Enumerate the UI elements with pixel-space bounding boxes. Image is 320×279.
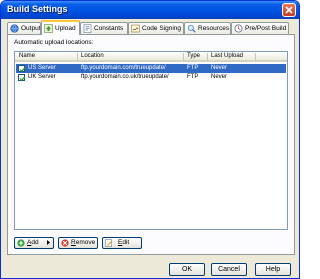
tab-strip: Output Upload Constants Code Signing Res… <box>7 20 295 35</box>
edit-button[interactable]: Edit <box>102 237 142 249</box>
cell-type: FTP <box>187 74 199 80</box>
upload-locations-list[interactable]: Name Location Type Last Upload US Server… <box>14 51 288 230</box>
row-checkbox[interactable] <box>18 65 26 73</box>
window-title: Build Settings <box>7 4 68 14</box>
pre-post-build-icon <box>234 24 243 33</box>
output-icon <box>10 24 19 33</box>
ok-button[interactable]: OK <box>169 263 205 276</box>
tab-upload[interactable]: Upload <box>41 20 80 35</box>
add-icon <box>17 239 25 247</box>
dropdown-arrow-icon <box>46 239 51 250</box>
tab-label: Pre/Post Build <box>245 25 287 32</box>
upload-locations-label: Automatic upload locations: <box>14 39 94 46</box>
row-checkbox[interactable] <box>18 74 26 82</box>
remove-button-label: Remove <box>71 239 96 246</box>
column-header-name[interactable]: Name <box>19 53 35 59</box>
remove-button[interactable]: Remove <box>58 237 98 249</box>
table-row[interactable]: UK Server ftp.yourdomain.co.uk/trueupdat… <box>16 73 286 82</box>
code-signing-icon <box>131 24 140 33</box>
list-header: Name Location Type Last Upload <box>15 52 287 62</box>
cell-location: ftp.yourdomain.co.uk/trueupdate/ <box>81 74 169 80</box>
cell-name: US Server <box>28 65 56 71</box>
tab-label: Resources <box>198 25 230 32</box>
cell-last-upload: Never <box>211 65 228 71</box>
constants-icon <box>83 24 92 33</box>
column-divider[interactable] <box>183 53 184 60</box>
tab-label: Code Signing <box>142 25 182 32</box>
tab-code-signing[interactable]: Code Signing <box>128 22 184 34</box>
column-divider[interactable] <box>207 53 208 60</box>
edit-icon <box>105 239 113 247</box>
title-bar[interactable]: Build Settings <box>1 1 299 19</box>
table-row[interactable]: US Server ftp.yourdomain.com/trueupdate/… <box>16 64 286 73</box>
upload-panel: Automatic upload locations: Name Locatio… <box>7 34 295 255</box>
add-button[interactable]: Add <box>14 237 54 249</box>
cancel-button[interactable]: Cancel <box>211 263 247 276</box>
cell-type: FTP <box>187 65 199 71</box>
tab-resources[interactable]: Resources <box>184 22 231 34</box>
upload-icon <box>44 24 53 33</box>
cell-name: UK Server <box>28 74 56 80</box>
tab-label: Upload <box>55 25 76 32</box>
tab-label: Constants <box>94 25 124 32</box>
resources-icon <box>187 24 196 33</box>
tab-label: Output <box>21 25 41 32</box>
edit-button-label: Edit <box>118 239 130 246</box>
close-button[interactable] <box>282 3 296 17</box>
tab-pre-post-build[interactable]: Pre/Post Build <box>231 22 289 34</box>
help-button[interactable]: Help <box>255 263 291 276</box>
build-settings-dialog: Build Settings Output Upload Constants C… <box>0 0 300 279</box>
remove-icon <box>61 239 69 247</box>
cell-location: ftp.yourdomain.com/trueupdate/ <box>81 65 166 71</box>
column-header-last-upload[interactable]: Last Upload <box>211 53 243 59</box>
column-divider[interactable] <box>255 53 256 60</box>
column-header-type[interactable]: Type <box>187 53 200 59</box>
add-button-label: Add <box>27 239 39 246</box>
tab-output[interactable]: Output <box>7 22 41 34</box>
column-header-location[interactable]: Location <box>81 53 104 59</box>
cell-last-upload: Never <box>211 74 228 80</box>
tab-constants[interactable]: Constants <box>80 22 128 34</box>
column-divider[interactable] <box>77 53 78 60</box>
